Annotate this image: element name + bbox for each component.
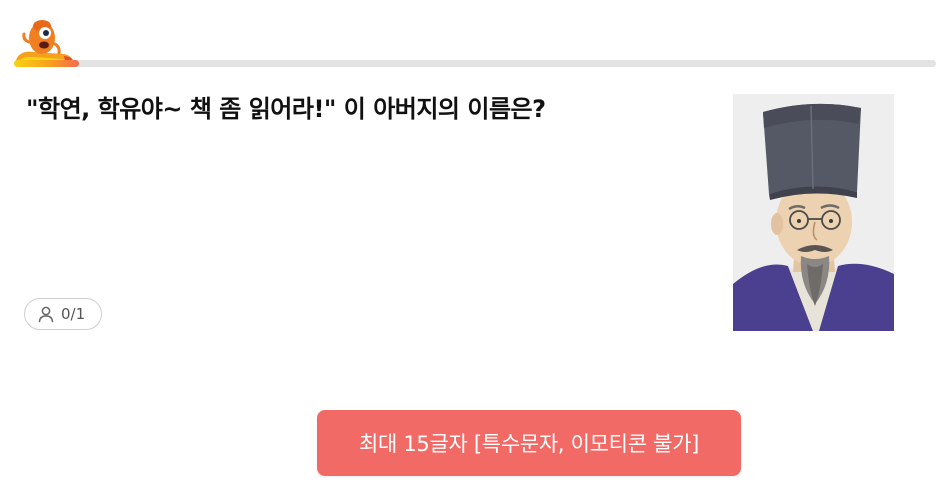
user-icon [37,305,55,323]
answer-count-badge: 0/1 [24,298,103,330]
question-text: "학연, 학유야~ 책 좀 읽어라!" 이 아버지의 이름은? [26,95,546,123]
progress-fill [14,60,79,67]
scholar-portrait-icon [733,94,894,331]
progress-bar [14,60,936,67]
answer-count: 0/1 [61,305,86,323]
answer-submit-button[interactable]: 최대 15글자 [특수문자, 이모티콘 불가] [317,410,741,476]
